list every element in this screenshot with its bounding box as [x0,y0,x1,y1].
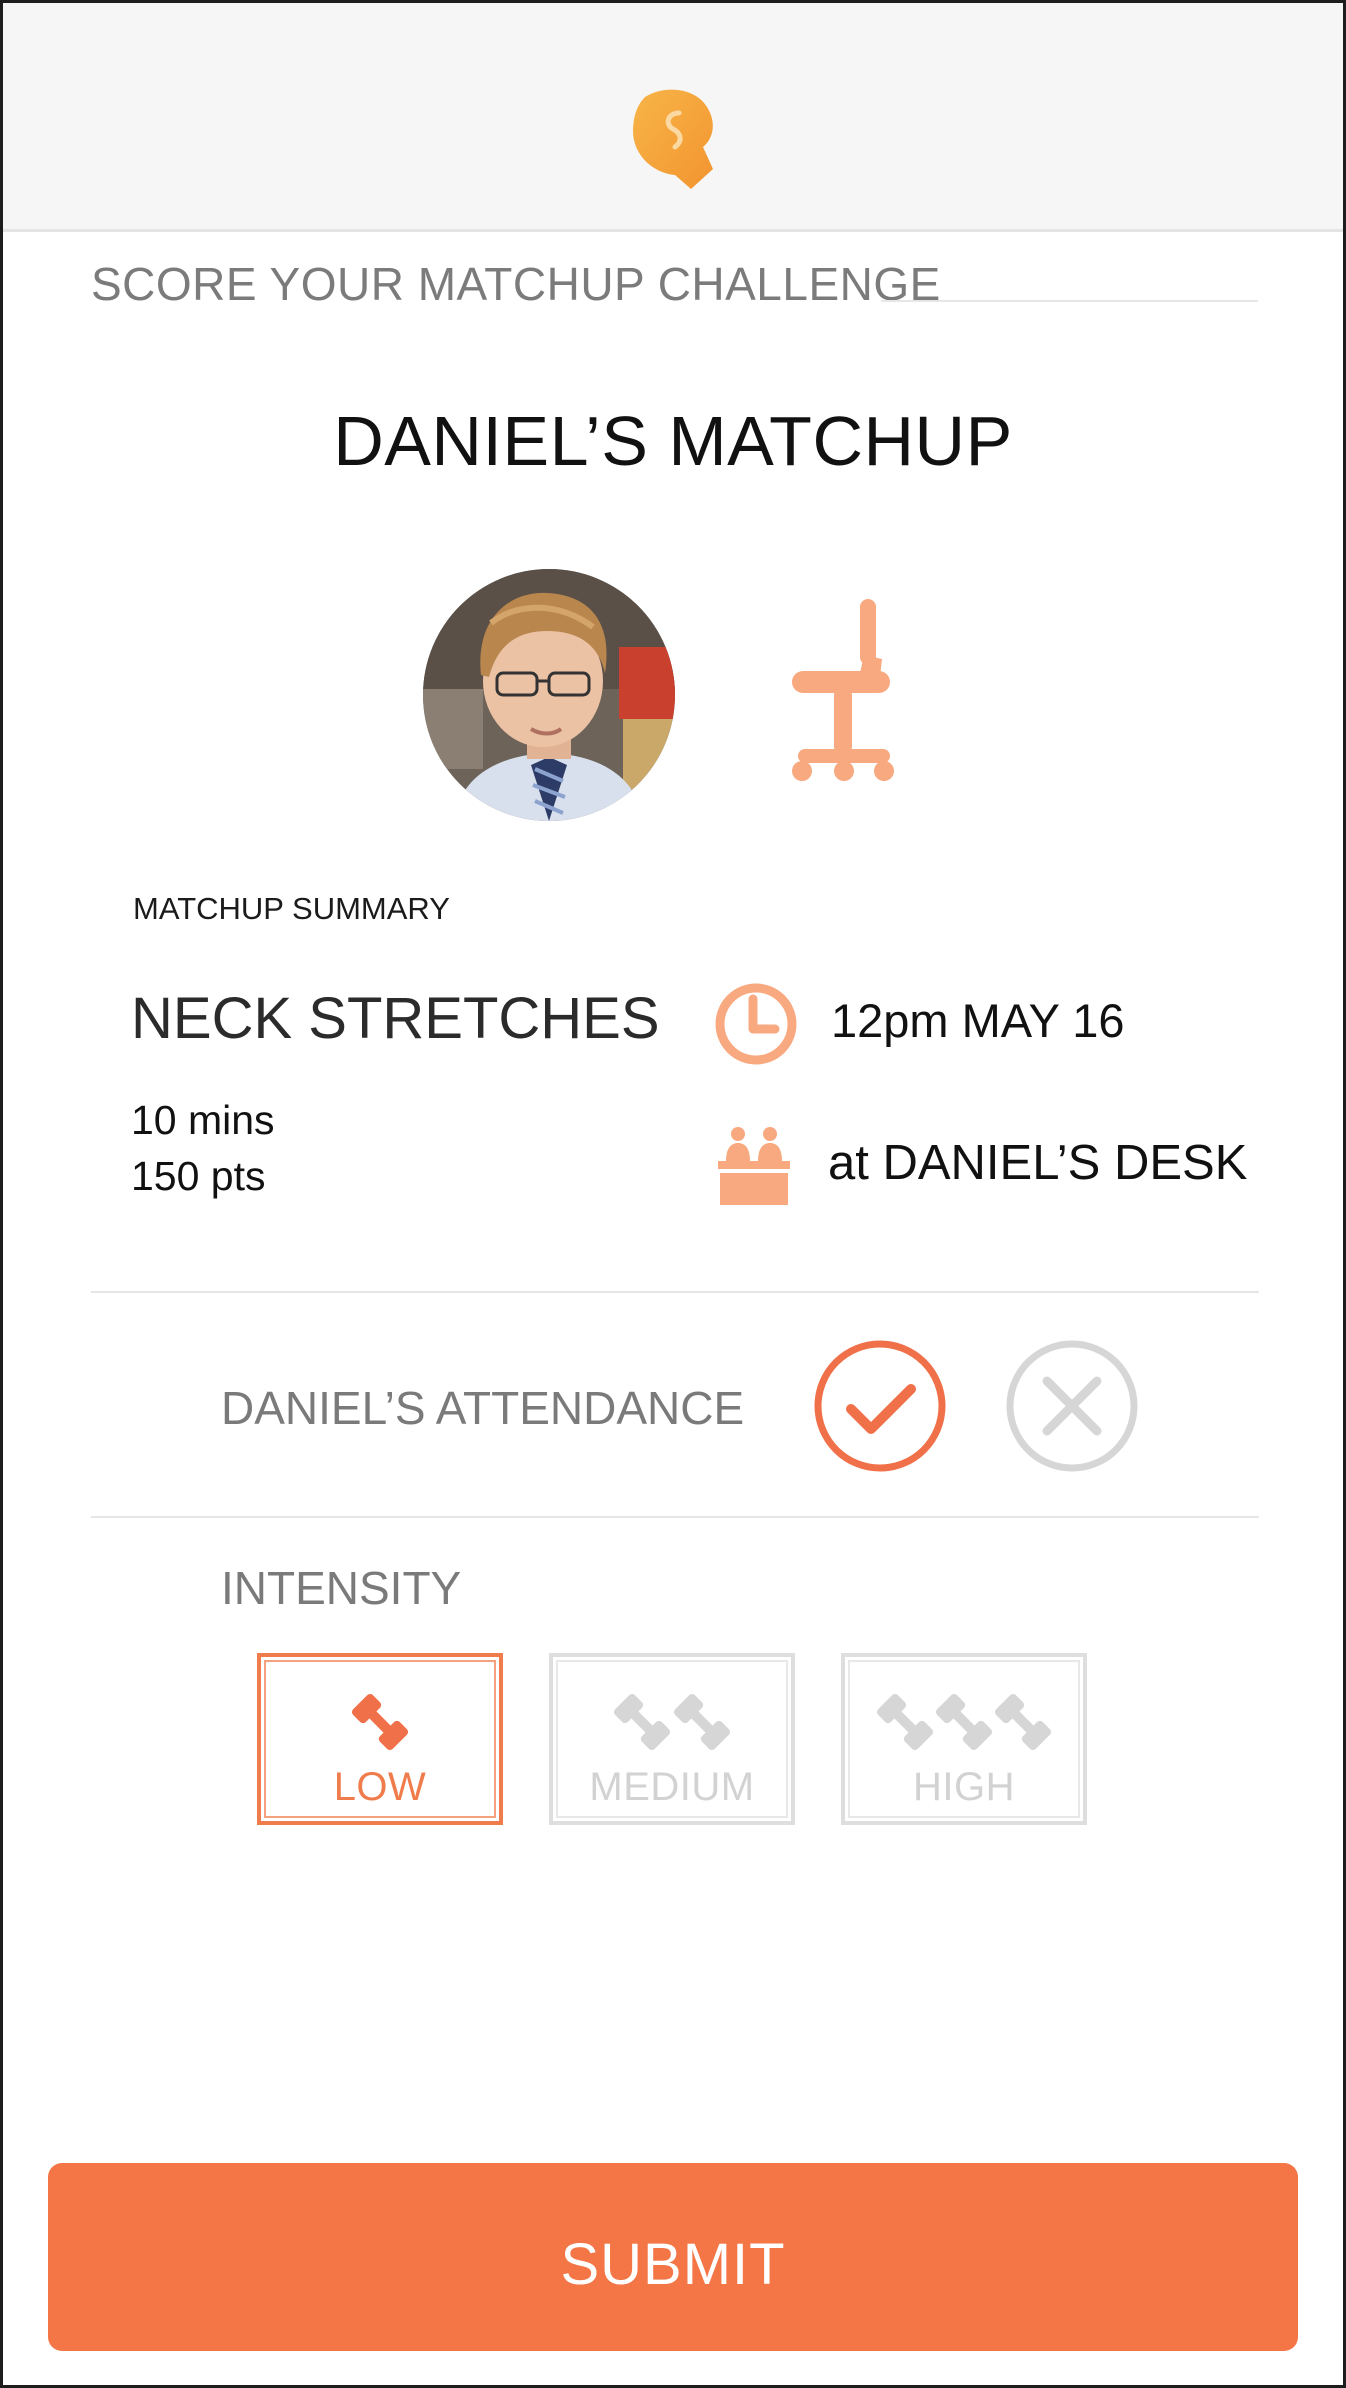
matchup-summary-label: MATCHUP SUMMARY [133,891,450,926]
app-header [3,3,1343,232]
intensity-high-label: HIGH [913,1765,1015,1809]
activity-name: NECK STRETCHES [131,986,660,1051]
divider [91,1291,1259,1293]
clock-icon [715,983,797,1065]
submit-button[interactable]: SUBMIT [48,2163,1298,2351]
dumbbell-icon [613,1693,731,1751]
dumbbell-icon [876,1693,1052,1751]
boxing-glove-icon[interactable] [623,85,733,205]
checkmark-icon [846,1384,916,1434]
activity-duration: 10 mins [131,1097,275,1143]
dumbbell-icon [351,1693,409,1751]
user-photo [423,569,675,821]
page-title: DANIEL’S MATCHUP [333,402,1013,480]
attendance-no-button[interactable] [1005,1339,1139,1473]
x-icon [1042,1376,1102,1436]
intensity-high-option[interactable]: HIGH [841,1653,1087,1825]
section-divider [881,300,1258,302]
attendance-label: DANIEL’S ATTENDANCE [221,1382,745,1434]
office-chair-icon [792,599,894,781]
section-title: SCORE YOUR MATCHUP CHALLENGE [91,258,941,310]
submit-label: SUBMIT [560,2232,786,2297]
attendance-yes-button[interactable] [813,1339,947,1473]
intensity-label: INTENSITY [221,1562,462,1614]
activity-points: 150 pts [131,1153,266,1199]
matchup-time: 12pm MAY 16 [831,994,1125,1047]
avatar [423,569,675,821]
intensity-medium-option[interactable]: MEDIUM [549,1653,795,1825]
intensity-low-label: LOW [333,1765,427,1809]
desk-icon [718,1127,790,1205]
intensity-medium-label: MEDIUM [589,1765,755,1809]
intensity-low-option[interactable]: LOW [257,1653,503,1825]
matchup-location: at DANIEL’S DESK [828,1136,1248,1190]
app-frame: SCORE YOUR MATCHUP CHALLENGE DANIEL’S MA… [0,0,1346,2388]
divider [91,1516,1259,1518]
